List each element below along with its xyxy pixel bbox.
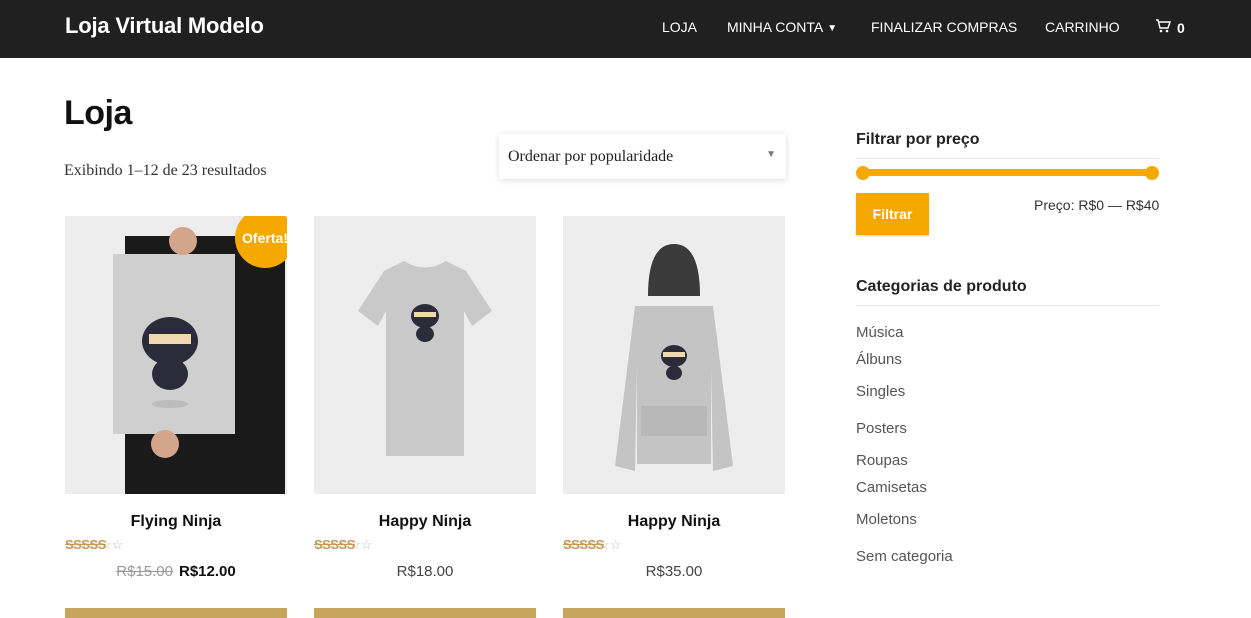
price-filter-title: Filtrar por preço — [856, 131, 1159, 159]
nav-item-minha-conta[interactable]: MINHA CONTA ▼ — [727, 19, 837, 35]
regular-price: R$35.00 — [645, 563, 703, 580]
price-slider-track[interactable] — [863, 169, 1152, 176]
orderby-value: Ordenar por popularidade — [508, 148, 674, 165]
site-brand[interactable]: Loja Virtual Modelo — [65, 13, 264, 39]
product-price: R$18.00 — [314, 563, 536, 580]
category-link-camisetas[interactable]: Camisetas — [856, 479, 927, 496]
sale-price: R$12.00 — [179, 563, 236, 580]
dropdown-arrow-icon: ▼ — [766, 149, 776, 160]
category-link-musica[interactable]: Música — [856, 324, 904, 341]
product-title[interactable]: Happy Ninja — [314, 513, 536, 531]
product-price: R$15.00 R$12.00 — [65, 563, 287, 580]
product-card[interactable]: Happy Ninja ☆☆☆☆☆ SSSSS R$35.00 — [563, 216, 785, 618]
category-link-albuns[interactable]: Álbuns — [856, 351, 902, 368]
star-rating-text: SSSSS — [65, 537, 106, 552]
cart-link[interactable]: 0 — [1155, 18, 1185, 37]
category-link-roupas[interactable]: Roupas — [856, 452, 908, 469]
product-title[interactable]: Flying Ninja — [65, 513, 287, 531]
nav-item-label: MINHA CONTA — [727, 19, 824, 35]
star-rating: ☆☆☆☆☆ SSSSS — [65, 537, 287, 555]
price-filter-widget: Filtrar por preço — [856, 131, 1159, 159]
product-card[interactable]: Oferta! Flying Ninja ☆☆☆☆☆ SSSSS R$15.00… — [65, 216, 287, 618]
product-image[interactable] — [563, 216, 785, 494]
categories-title: Categorias de produto — [856, 278, 1159, 306]
category-link-singles[interactable]: Singles — [856, 383, 905, 400]
categories-widget: Categorias de produto — [856, 278, 1159, 306]
product-image[interactable]: Oferta! — [65, 216, 287, 494]
product-image[interactable] — [314, 216, 536, 494]
star-rating-text: SSSSS — [314, 537, 355, 552]
price-slider-min-handle[interactable] — [856, 166, 870, 180]
product-price: R$35.00 — [563, 563, 785, 580]
result-count: Exibindo 1–12 de 23 resultados — [64, 162, 267, 179]
top-navbar: Loja Virtual Modelo LOJA MINHA CONTA ▼ FI… — [0, 0, 1251, 58]
category-link-moletons[interactable]: Moletons — [856, 511, 917, 528]
price-slider-max-handle[interactable] — [1145, 166, 1159, 180]
category-link-posters[interactable]: Posters — [856, 420, 907, 437]
page-title: Loja — [64, 94, 132, 132]
product-title[interactable]: Happy Ninja — [563, 513, 785, 531]
filter-button[interactable]: Filtrar — [856, 193, 929, 235]
star-rating-text: SSSSS — [563, 537, 604, 552]
cart-icon — [1155, 18, 1171, 37]
star-rating: ☆☆☆☆☆ SSSSS — [314, 537, 536, 555]
product-card[interactable]: Happy Ninja ☆☆☆☆☆ SSSSS R$18.00 — [314, 216, 536, 618]
add-to-cart-button[interactable] — [563, 608, 785, 618]
chevron-down-icon: ▼ — [827, 22, 838, 34]
cart-count: 0 — [1177, 19, 1185, 36]
orderby-select[interactable]: Ordenar por popularidade ▼ — [499, 134, 786, 179]
old-price: R$15.00 — [116, 563, 173, 580]
star-rating: ☆☆☆☆☆ SSSSS — [563, 537, 785, 555]
price-range-label: Preço: R$0 — R$40 — [1034, 197, 1160, 213]
add-to-cart-button[interactable] — [65, 608, 287, 618]
nav-item-loja[interactable]: LOJA — [662, 19, 697, 35]
nav-item-finalizar-compras[interactable]: FINALIZAR COMPRAS — [871, 19, 1017, 35]
regular-price: R$18.00 — [396, 563, 454, 580]
category-link-sem-categoria[interactable]: Sem categoria — [856, 548, 953, 565]
nav-item-carrinho[interactable]: CARRINHO — [1045, 19, 1120, 35]
add-to-cart-button[interactable] — [314, 608, 536, 618]
